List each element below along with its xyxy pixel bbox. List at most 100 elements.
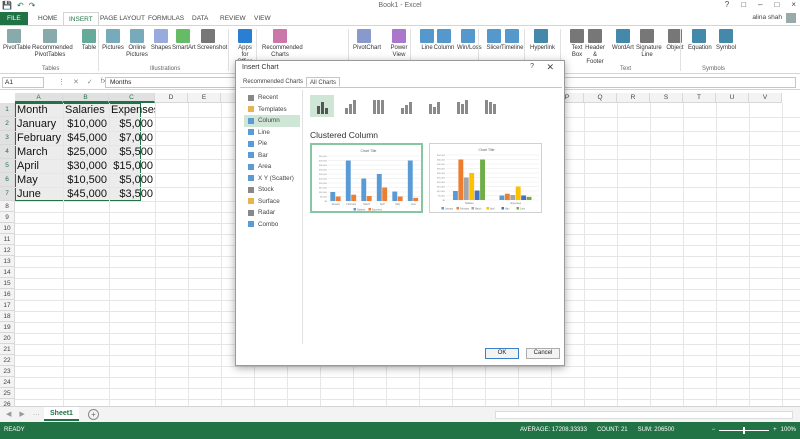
sheet-tab-sheet1[interactable]: Sheet1 [44, 407, 79, 421]
ribbon-button-shapes[interactable]: Shapes [150, 29, 172, 52]
column-header-r[interactable]: R [617, 93, 650, 103]
minimize-icon[interactable]: – [758, 0, 762, 9]
tab-home[interactable]: HOME [38, 12, 58, 25]
avatar[interactable] [786, 13, 796, 23]
cell-c2[interactable]: $5,000 [109, 117, 155, 131]
cancel-icon[interactable]: ✕ [73, 78, 79, 86]
cell-a1[interactable]: Month [15, 103, 63, 117]
row-header-20[interactable]: 20 [0, 333, 15, 344]
ribbon-display-icon[interactable]: □ [741, 0, 746, 9]
more-icon[interactable]: ⋮ [58, 78, 65, 86]
chart-type-templates[interactable]: Templates [244, 104, 300, 116]
cell-c4[interactable]: $5,500 [109, 145, 155, 159]
add-sheet-button[interactable]: + [88, 409, 99, 420]
row-header-1[interactable]: 1 [0, 103, 15, 117]
cell-c6[interactable]: $5,000 [109, 173, 155, 187]
zoom-level[interactable]: 100% [781, 427, 796, 433]
ribbon-button-online-pictures[interactable]: Online Pictures [126, 29, 148, 59]
more-sheets-icon[interactable]: … [33, 410, 40, 418]
row-header-2[interactable]: 2 [0, 117, 15, 131]
variant-3d-clustered-column-icon[interactable] [394, 95, 418, 117]
ribbon-button-hyperlink[interactable]: Hyperlink [530, 29, 555, 52]
column-header-c[interactable]: C [109, 93, 155, 103]
ribbon-button-win-loss[interactable]: Win/Loss [457, 29, 482, 52]
tab-view[interactable]: VIEW [254, 12, 271, 25]
row-header-11[interactable]: 11 [0, 234, 15, 245]
column-header-a[interactable]: A [15, 93, 63, 103]
dialog-close-icon[interactable]: ✕ [546, 62, 554, 73]
row-header-3[interactable]: 3 [0, 131, 15, 145]
column-header-s[interactable]: S [650, 93, 683, 103]
row-header-16[interactable]: 16 [0, 289, 15, 300]
variant-3d-stacked-column-icon[interactable] [422, 95, 446, 117]
row-header-24[interactable]: 24 [0, 377, 15, 388]
column-header-d[interactable]: D [155, 93, 188, 103]
user-name[interactable]: alina shah [752, 14, 782, 21]
variant-clustered-column-icon[interactable] [310, 95, 334, 117]
column-header-q[interactable]: Q [584, 93, 617, 103]
chart-type-line[interactable]: Line [244, 127, 300, 139]
cell-b1[interactable]: Salaries [63, 103, 109, 117]
row-header-14[interactable]: 14 [0, 267, 15, 278]
tab-file[interactable]: FILE [0, 12, 28, 25]
ribbon-button-column[interactable]: Column [433, 29, 455, 52]
cell-a5[interactable]: April [15, 159, 63, 173]
row-header-23[interactable]: 23 [0, 366, 15, 377]
row-header-15[interactable]: 15 [0, 278, 15, 289]
maximize-icon[interactable]: □ [774, 0, 779, 9]
help-icon[interactable]: ? [725, 0, 729, 9]
cell-b3[interactable]: $45,000 [63, 131, 109, 145]
ribbon-button-table[interactable]: Table [78, 29, 100, 52]
cell-b2[interactable]: $10,000 [63, 117, 109, 131]
column-header-b[interactable]: B [63, 93, 109, 103]
chart-preview-2[interactable]: Chart Title $0 $5,000 $10,000 $15,000 $20,000… [429, 143, 542, 213]
chart-type-bar[interactable]: Bar [244, 150, 300, 162]
row-header-13[interactable]: 13 [0, 256, 15, 267]
ribbon-button-wordart[interactable]: WordArt [612, 29, 634, 52]
ribbon-button-object[interactable]: Object [664, 29, 686, 52]
row-header-25[interactable]: 25 [0, 388, 15, 399]
ribbon-button-recommended-pivottables[interactable]: Recommended PivotTables [32, 29, 73, 59]
ribbon-button-screenshot[interactable]: Screenshot [197, 29, 227, 52]
variant-stacked-column-icon[interactable] [338, 95, 362, 117]
ribbon-button-recommended-charts[interactable]: Recommended Charts [262, 29, 303, 59]
name-box[interactable]: A1 [2, 77, 44, 88]
row-header-6[interactable]: 6 [0, 173, 15, 187]
zoom-slider[interactable] [719, 426, 770, 434]
next-sheet-icon[interactable]: ▶ [19, 410, 24, 418]
ribbon-button-pivotchart[interactable]: PivotChart [353, 29, 381, 52]
cell-c3[interactable]: $7,000 [109, 131, 155, 145]
chart-type-pie[interactable]: Pie [244, 138, 300, 150]
ribbon-button-pictures[interactable]: Pictures [102, 29, 124, 52]
column-header-t[interactable]: T [683, 93, 716, 103]
row-header-26[interactable]: 26 [0, 399, 15, 406]
row-header-8[interactable]: 8 [0, 201, 15, 212]
ribbon-button-timeline[interactable]: Timeline [501, 29, 523, 52]
row-header-19[interactable]: 19 [0, 322, 15, 333]
chart-type-combo[interactable]: Combo [244, 219, 300, 231]
tab-formulas[interactable]: FORMULAS [148, 12, 184, 25]
tab-data[interactable]: DATA [192, 12, 208, 25]
zoom-out-icon[interactable]: − [712, 427, 716, 433]
zoom-thumb[interactable] [743, 426, 746, 434]
row-header-12[interactable]: 12 [0, 245, 15, 256]
ribbon-button-pivottable[interactable]: PivotTable [3, 29, 31, 52]
ok-button[interactable]: OK [485, 348, 519, 359]
ribbon-button-signature-line[interactable]: Signature Line [636, 29, 662, 59]
ribbon-button-smartart[interactable]: SmartArt [172, 29, 196, 52]
row-header-18[interactable]: 18 [0, 311, 15, 322]
cell-a2[interactable]: January [15, 117, 63, 131]
row-header-4[interactable]: 4 [0, 145, 15, 159]
chart-type-stock[interactable]: Stock [244, 184, 300, 196]
cell-b5[interactable]: $30,000 [63, 159, 109, 173]
chart-type-recent[interactable]: Recent [244, 92, 300, 104]
tab-insert[interactable]: INSERT [63, 12, 99, 25]
row-header-10[interactable]: 10 [0, 223, 15, 234]
row-header-7[interactable]: 7 [0, 187, 15, 201]
tab-recommended-charts[interactable]: Recommended Charts [240, 77, 306, 87]
cell-a4[interactable]: March [15, 145, 63, 159]
horizontal-scrollbar[interactable] [495, 411, 793, 419]
variant-3d-100-stacked-column-icon[interactable] [450, 95, 474, 117]
variant-100-stacked-column-icon[interactable] [366, 95, 390, 117]
column-header-u[interactable]: U [716, 93, 749, 103]
